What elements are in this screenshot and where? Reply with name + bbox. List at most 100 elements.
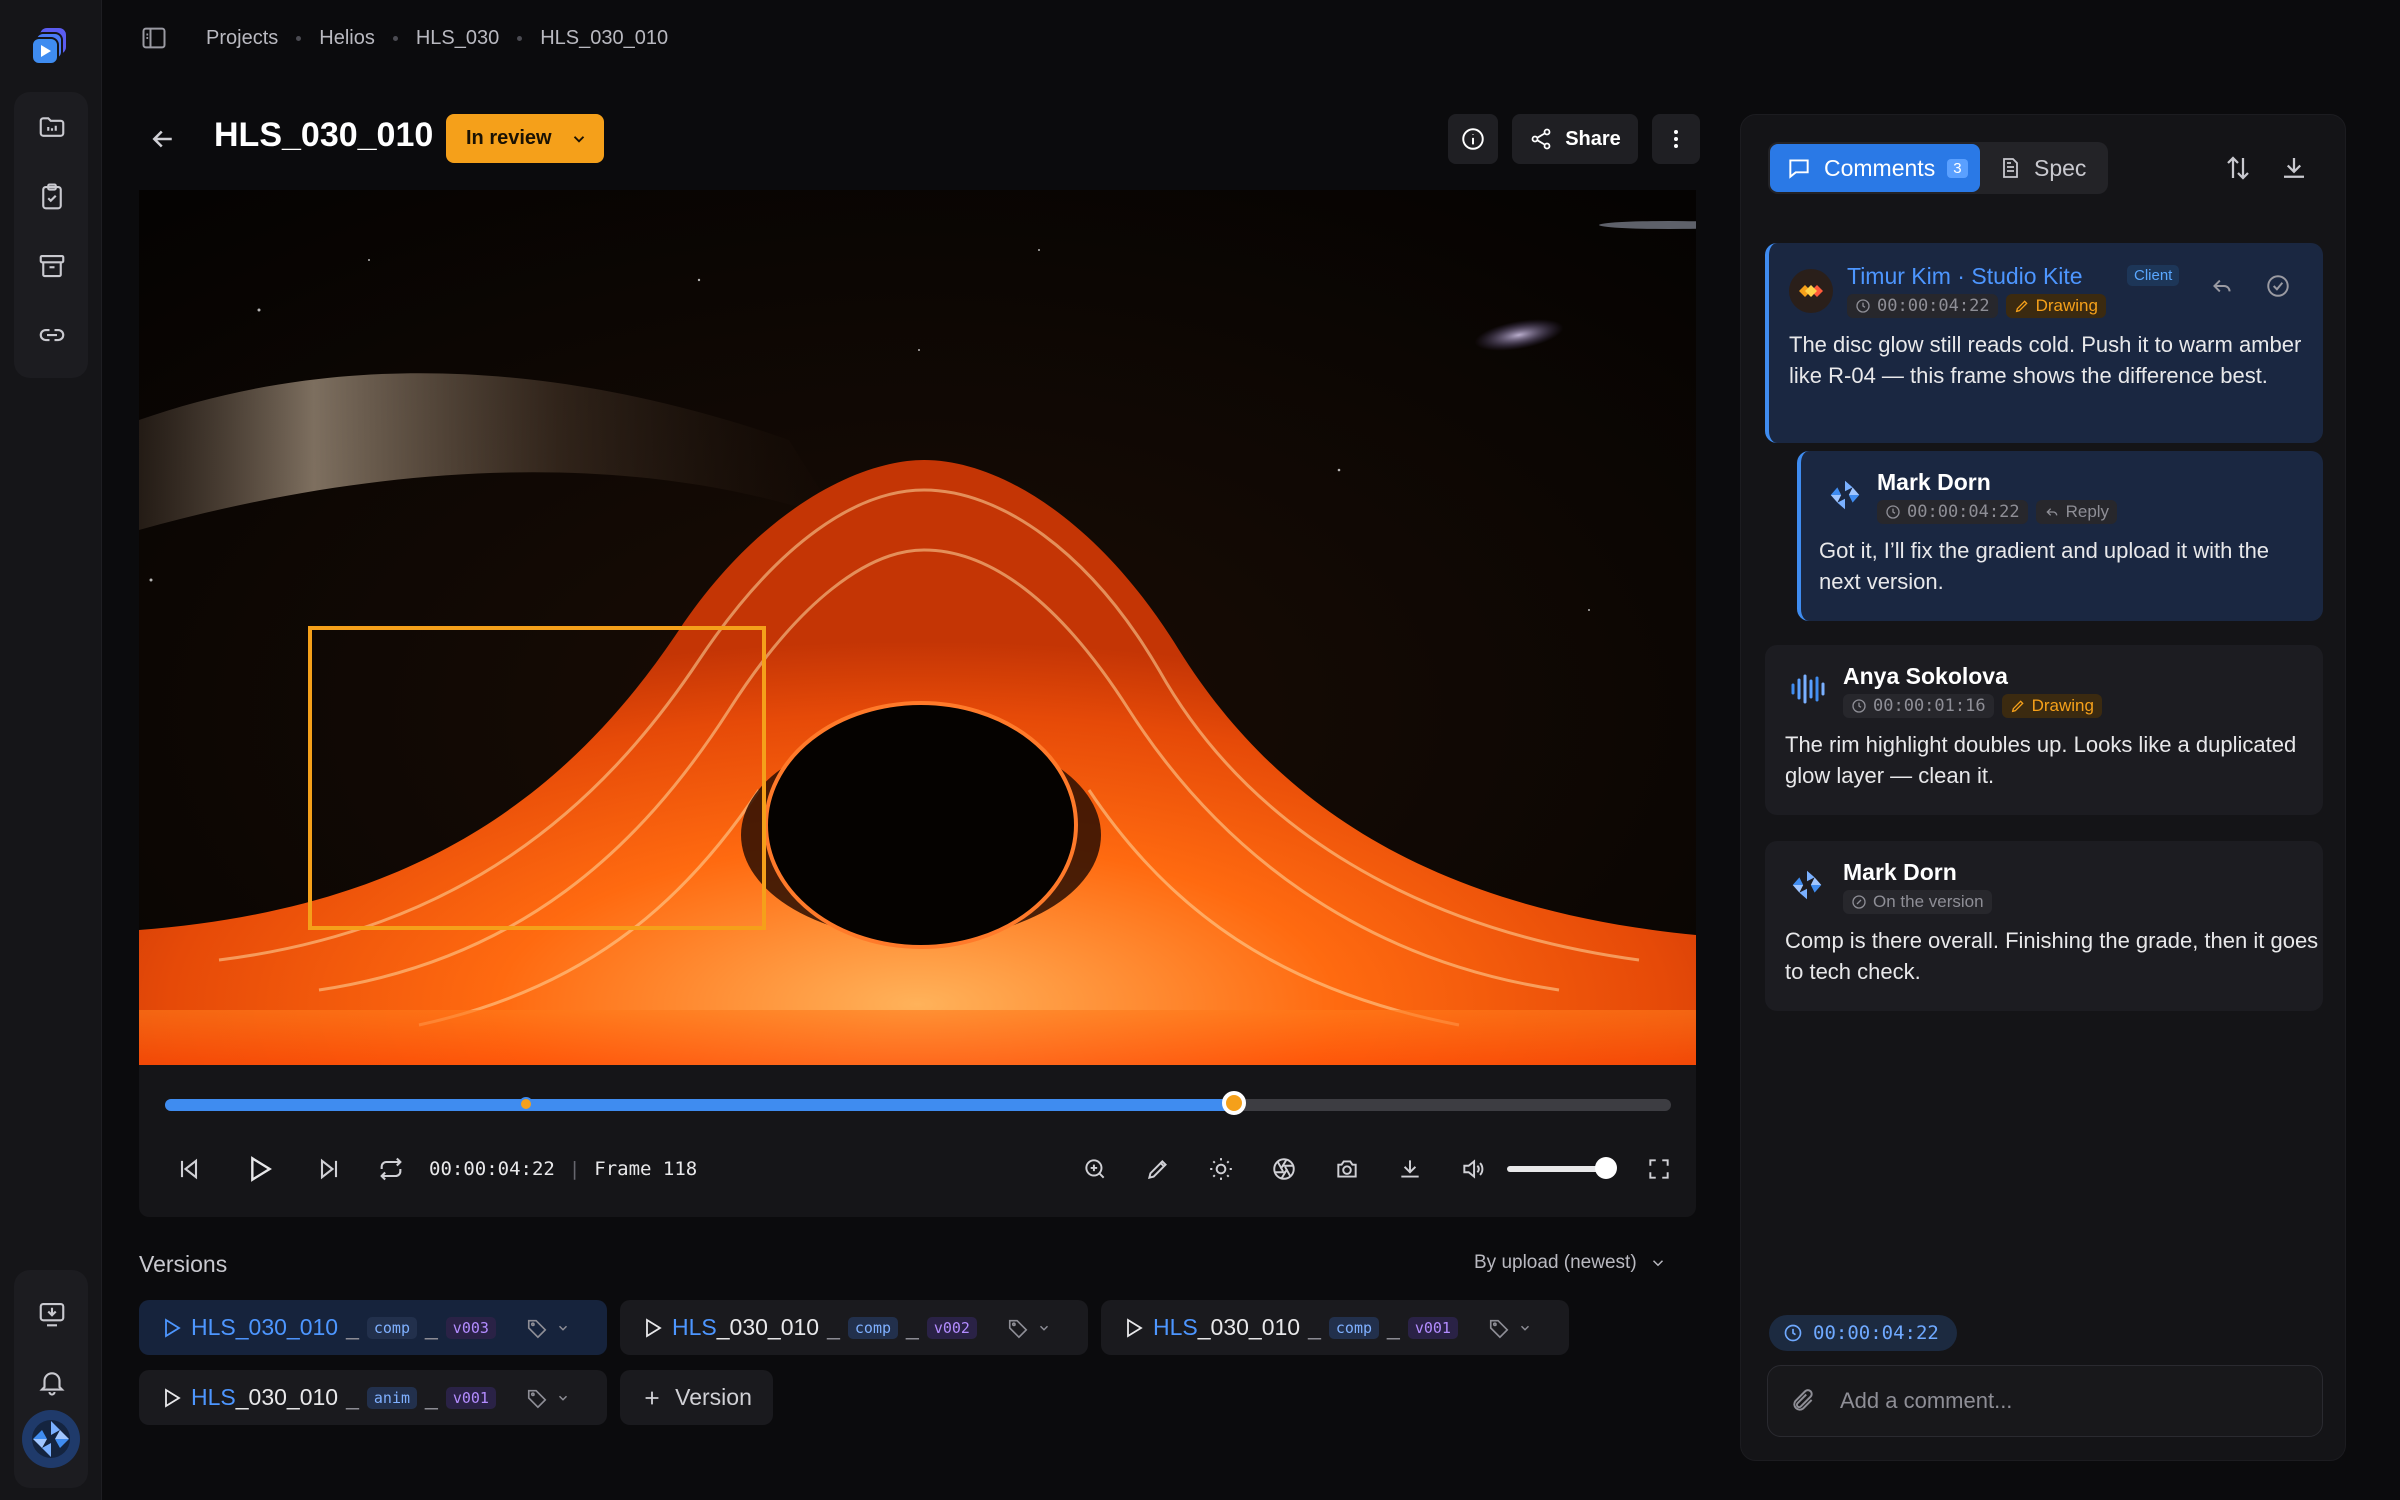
comment-card[interactable]: Timur Kim · Studio Kite Client 00:00:04:… <box>1765 243 2323 443</box>
tasks-clipboard-icon[interactable] <box>34 179 70 215</box>
brightness-icon <box>1210 1158 1232 1180</box>
draw-button[interactable] <box>1142 1153 1174 1185</box>
comment-meta: 00:00:01:16 Drawing <box>1843 694 2102 718</box>
version-separator: _ <box>425 1314 438 1340</box>
plus-icon <box>645 1391 659 1404</box>
volume-handle[interactable] <box>1595 1157 1617 1179</box>
composer-timecode-chip[interactable]: 00:00:04:22 <box>1769 1315 1957 1351</box>
sort-comments-icon[interactable] <box>2223 153 2253 183</box>
breadcrumb-projects[interactable]: Projects <box>206 27 278 50</box>
add-version-label: Version <box>675 1384 752 1410</box>
chevron-down-icon <box>1039 1325 1048 1331</box>
attach-paperclip-icon[interactable] <box>1790 1388 1816 1414</box>
reply-label: Reply <box>2065 502 2110 521</box>
timeline-scrubber[interactable] <box>165 1091 1671 1115</box>
download-frame-button[interactable] <box>1394 1153 1426 1185</box>
chevron-down-icon <box>558 1395 567 1401</box>
version-chip: v001 <box>1407 1316 1458 1339</box>
timecode-separator: | <box>568 1158 581 1180</box>
frame-number: Frame 118 <box>594 1158 698 1180</box>
reply-card[interactable]: Mark Dorn 00:00:04:22 Reply Got it, I’ll… <box>1797 451 2323 621</box>
version-name: _030_010 <box>235 1384 339 1410</box>
aperture-button[interactable] <box>1268 1153 1300 1185</box>
video-frame[interactable] <box>139 190 1696 1065</box>
snapshot-button[interactable] <box>1331 1153 1363 1185</box>
comment-count-badge: 3 <box>1947 158 1968 178</box>
more-button[interactable] <box>1652 114 1700 164</box>
panel-tabs: Comments 3 Spec <box>1768 142 2108 194</box>
comment-timecode-chip[interactable]: 00:00:04:22 <box>1877 500 2028 524</box>
breadcrumb-sequence[interactable]: HLS_030 <box>416 27 499 50</box>
exposure-button[interactable] <box>1205 1153 1237 1185</box>
comment-author[interactable]: Timur Kim · Studio Kite <box>1847 263 2083 290</box>
loop-button[interactable] <box>375 1153 407 1185</box>
tag-menu[interactable] <box>1488 1317 1532 1339</box>
tag-icon <box>527 1319 547 1338</box>
tab-comments[interactable]: Comments 3 <box>1770 144 1980 192</box>
app-root: Projects Helios HLS_030 HLS_030_010 HLS_… <box>0 0 2400 1500</box>
comment-author[interactable]: Anya Sokolova <box>1843 663 2008 690</box>
comment-author[interactable]: Mark Dorn <box>1877 469 1991 496</box>
version-card[interactable]: HLS_030_010 _ comp _ v003 <box>139 1300 607 1355</box>
add-version-button[interactable]: Version <box>620 1370 773 1425</box>
tag-menu[interactable] <box>1007 1317 1051 1339</box>
archive-box-icon[interactable] <box>34 248 70 284</box>
share-button[interactable]: Share <box>1512 114 1638 164</box>
versions-sort-dropdown[interactable]: By upload (newest) <box>1474 1252 1667 1274</box>
player-controls: 00:00:04:22 | Frame 118 <box>139 1065 1696 1217</box>
timecode: 00:00:04:22 <box>429 1158 555 1180</box>
notifications-bell-icon[interactable] <box>34 1364 70 1400</box>
tab-spec[interactable]: Spec <box>1998 144 2086 192</box>
comments-panel: Comments 3 Spec Timur Kim · Studio Kite … <box>1740 114 2346 1461</box>
comment-meta: 00:00:04:22 Drawing <box>1847 294 2106 318</box>
status-dropdown[interactable]: In review <box>446 114 604 163</box>
drawing-chip[interactable]: Drawing <box>2001 694 2102 718</box>
comment-timecode-chip[interactable]: 00:00:01:16 <box>1843 694 1994 718</box>
link-icon[interactable] <box>34 317 70 353</box>
resolve-check-icon[interactable] <box>2265 273 2291 299</box>
export-comments-icon[interactable] <box>2279 153 2309 183</box>
back-arrow-icon[interactable] <box>148 124 178 154</box>
info-icon <box>1462 128 1484 150</box>
skip-back-button[interactable] <box>173 1153 205 1185</box>
skip-forward-button[interactable] <box>313 1153 345 1185</box>
breadcrumb-shot[interactable]: HLS_030_010 <box>540 27 668 50</box>
comment-timecode-chip[interactable]: 00:00:04:22 <box>1847 294 1998 318</box>
comment-body: The disc glow still reads cold. Push it … <box>1789 332 2302 388</box>
zoom-button[interactable] <box>1079 1153 1111 1185</box>
comment-icon <box>1789 159 1809 179</box>
projects-folder-icon[interactable] <box>34 109 70 145</box>
comment-card[interactable]: Mark Dorn On the version Comp is there o… <box>1765 841 2323 1011</box>
app-logo-icon[interactable] <box>30 24 72 66</box>
volume-button[interactable] <box>1457 1153 1489 1185</box>
reply-icon <box>2045 508 2057 516</box>
version-card[interactable]: HLS_030_010 _ comp _ v001 <box>1101 1300 1569 1355</box>
drawing-chip[interactable]: Drawing <box>2005 294 2106 318</box>
comment-input[interactable] <box>1840 1388 2300 1414</box>
breadcrumb-project[interactable]: Helios <box>319 27 375 50</box>
rail-bottom-group <box>14 1270 88 1488</box>
user-avatar[interactable] <box>22 1410 80 1468</box>
reply-icon[interactable] <box>2209 273 2235 299</box>
version-separator: _ <box>425 1384 438 1410</box>
info-button[interactable] <box>1448 114 1498 164</box>
version-card[interactable]: HLS_030_010 _ comp _ v002 <box>620 1300 1088 1355</box>
comment-author[interactable]: Mark Dorn <box>1843 859 1957 886</box>
version-card[interactable]: HLS_030_010 _ anim _ v001 <box>139 1370 607 1425</box>
tag-menu[interactable] <box>526 1387 570 1409</box>
toggle-sidebar-icon[interactable] <box>140 24 168 52</box>
comment-composer <box>1767 1365 2323 1437</box>
version-project: HLS <box>1153 1314 1198 1340</box>
play-icon <box>646 1317 662 1338</box>
downloads-tray-icon[interactable] <box>34 1296 70 1332</box>
version-separator: _ <box>906 1314 919 1340</box>
volume-slider[interactable] <box>1507 1157 1617 1179</box>
on-version-label: On the version <box>1873 892 1984 911</box>
tag-menu[interactable] <box>526 1317 570 1339</box>
video-viewer[interactable] <box>139 190 1696 1065</box>
playhead-handle[interactable] <box>1222 1091 1247 1115</box>
fullscreen-button[interactable] <box>1643 1153 1675 1185</box>
play-button[interactable] <box>243 1153 275 1185</box>
client-avatar <box>1789 269 1833 313</box>
comment-card[interactable]: Anya Sokolova 00:00:01:16 Drawing The ri… <box>1765 645 2323 815</box>
